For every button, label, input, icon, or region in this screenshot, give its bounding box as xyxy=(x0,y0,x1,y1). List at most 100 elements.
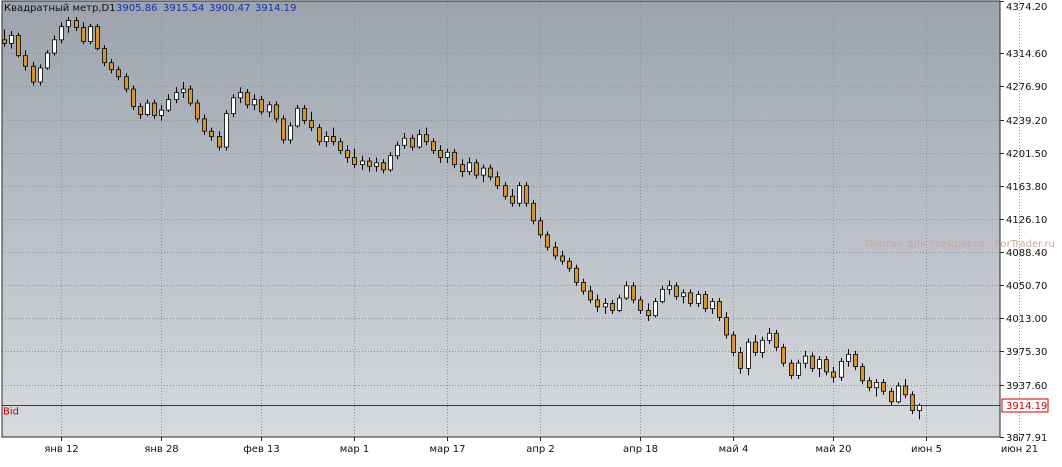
candle xyxy=(717,298,722,321)
bid-price-value: 3914.19 xyxy=(1006,401,1047,412)
x-tick-label: фев 13 xyxy=(243,444,280,455)
candle-body-down xyxy=(81,27,86,42)
candle-body-down xyxy=(431,141,436,151)
close-value: 3914.19 xyxy=(255,3,296,14)
candle-body-down xyxy=(31,65,36,83)
candle-body-down xyxy=(831,371,836,378)
candle-body-down xyxy=(867,380,872,389)
low-value: 3900.47 xyxy=(209,3,250,14)
candle-body-up xyxy=(681,292,686,297)
x-tick-label: мар 17 xyxy=(430,444,466,455)
candle-body-down xyxy=(524,185,529,204)
candle xyxy=(731,331,736,357)
candle-body-down xyxy=(345,150,350,158)
candle-body-down xyxy=(331,136,336,143)
candle-body-up xyxy=(667,285,672,290)
candle-body-up xyxy=(402,137,407,146)
candle-body-down xyxy=(460,164,465,173)
y-tick-label: 4013.00 xyxy=(1006,314,1047,325)
candle-body-down xyxy=(424,134,429,143)
candle xyxy=(95,24,100,51)
candle-body-down xyxy=(889,390,894,403)
candle-body-down xyxy=(595,299,600,308)
candle-body-up xyxy=(624,285,629,299)
candle xyxy=(231,94,236,118)
candle-body-down xyxy=(674,285,679,297)
candle xyxy=(896,382,901,404)
candle-body-up xyxy=(324,136,329,143)
y-tick-label: 4374.20 xyxy=(1006,2,1047,13)
candle-body-up xyxy=(481,167,486,176)
open-value: 3905.86 xyxy=(116,3,157,14)
candle-body-down xyxy=(646,310,651,317)
candle xyxy=(910,391,915,415)
candle xyxy=(274,101,279,123)
candle-body-down xyxy=(903,385,908,396)
candle-body-down xyxy=(317,127,322,143)
symbol-title: Квадратный метр,D1 xyxy=(4,3,116,14)
candle-body-up xyxy=(395,144,400,157)
candle xyxy=(317,124,322,146)
candle-body-down xyxy=(195,102,200,120)
x-tick-label: май 20 xyxy=(815,444,851,455)
candle-body-down xyxy=(338,141,343,151)
candle xyxy=(88,24,93,45)
candlestick-chart: Портал для трейдеров - ForTrader.ru Bid … xyxy=(0,0,1062,463)
candle-body-down xyxy=(581,281,586,292)
candle xyxy=(295,104,300,128)
candle-body-up xyxy=(166,99,171,111)
candle-body-up xyxy=(45,52,50,69)
candle-body-down xyxy=(410,137,415,148)
candle-body-up xyxy=(295,107,300,127)
candle-body-up xyxy=(517,185,522,204)
candle-body-down xyxy=(202,118,207,132)
candle-body-down xyxy=(789,362,794,376)
y-tick-label: 4314.60 xyxy=(1006,49,1047,60)
candle xyxy=(281,115,286,144)
x-tick-label: июн 5 xyxy=(911,444,942,455)
candle-body-down xyxy=(23,55,28,67)
candle-body-up xyxy=(445,151,450,158)
candle xyxy=(102,45,107,67)
y-tick-label: 3937.60 xyxy=(1006,381,1047,392)
candle-body-down xyxy=(102,48,107,64)
candle-body-down xyxy=(574,267,579,283)
candle xyxy=(131,85,136,111)
candle-body-down xyxy=(753,341,758,353)
candle-body-down xyxy=(567,260,572,269)
candle-body-down xyxy=(74,20,79,28)
candle-body-up xyxy=(145,102,150,115)
candle-body-down xyxy=(95,26,100,50)
chart-window: Портал для трейдеров - ForTrader.ru Bid … xyxy=(0,0,1062,463)
candle-body-up xyxy=(417,134,422,148)
candle-body-down xyxy=(138,106,143,115)
x-tick-label: июн 21 xyxy=(1001,444,1038,455)
candle-body-down xyxy=(538,220,543,236)
high-value: 3915.54 xyxy=(163,3,204,14)
candle-body-down xyxy=(510,195,515,204)
candle-body-up xyxy=(174,92,179,100)
candle-body-up xyxy=(617,297,622,311)
candle-body-down xyxy=(881,382,886,392)
candle-body-down xyxy=(531,202,536,222)
candle-body-up xyxy=(288,125,293,141)
candle-body-up xyxy=(388,155,393,171)
candle-body-up xyxy=(696,294,701,304)
candle-body-down xyxy=(302,107,307,122)
y-tick-label: 4050.70 xyxy=(1006,281,1047,292)
candle xyxy=(517,182,522,207)
candle-body-up xyxy=(746,341,751,369)
y-tick-label: 4201.50 xyxy=(1006,149,1047,160)
candle-body-up xyxy=(710,301,715,310)
candle-body-up xyxy=(803,355,808,364)
candle xyxy=(631,282,636,304)
candle-body-down xyxy=(109,62,114,71)
candle-body-down xyxy=(474,162,479,176)
candle xyxy=(839,357,844,381)
candle-body-up xyxy=(917,404,922,411)
candle xyxy=(224,110,229,151)
candle-body-up xyxy=(238,92,243,99)
x-tick-label: янв 12 xyxy=(44,444,78,455)
candle-body-down xyxy=(209,130,214,137)
x-tick-label: янв 28 xyxy=(144,444,178,455)
